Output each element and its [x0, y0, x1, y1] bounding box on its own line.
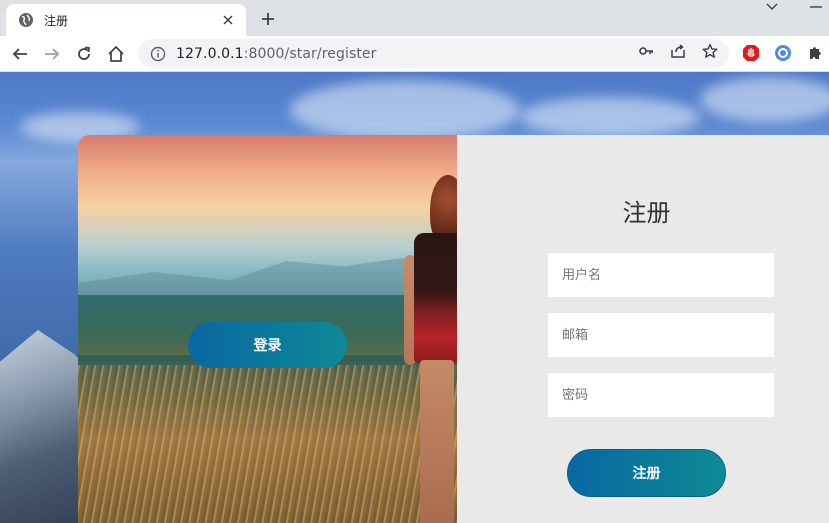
scenic-grass	[78, 365, 457, 523]
girl-figure-legs	[420, 360, 454, 523]
background-cloud	[290, 80, 520, 140]
password-key-icon[interactable]	[638, 43, 654, 59]
close-tab-icon[interactable]	[220, 12, 236, 28]
back-arrow-icon[interactable]	[8, 42, 32, 66]
share-icon[interactable]	[670, 43, 686, 59]
tab-strip: 注册	[0, 0, 829, 36]
url-text: 127.0.0.1:8000/star/register	[176, 46, 377, 62]
browser-toolbar: 127.0.0.1:8000/star/register	[0, 36, 829, 72]
register-title: 注册	[622, 199, 671, 227]
url-host: 127.0.0.1	[176, 45, 244, 62]
username-input[interactable]	[548, 253, 774, 297]
register-button[interactable]: 注册	[567, 449, 726, 497]
minimize-window-icon[interactable]	[806, 0, 826, 14]
new-tab-plus-icon[interactable]	[258, 9, 278, 29]
reload-icon[interactable]	[72, 42, 96, 66]
home-icon[interactable]	[104, 42, 128, 66]
site-info-icon[interactable]	[150, 46, 166, 62]
background-cloud	[700, 77, 829, 122]
url-path: :8000/star/register	[243, 45, 377, 62]
forward-arrow-icon[interactable]	[40, 42, 64, 66]
auth-card: 登录 注册 注册	[78, 135, 829, 523]
background-cloud	[520, 97, 700, 137]
adblock-extension-icon[interactable]	[742, 44, 760, 62]
extensions-puzzle-icon[interactable]	[806, 44, 824, 62]
extension-circle-icon[interactable]	[774, 44, 792, 62]
tab-search-chevron-icon[interactable]	[762, 0, 782, 14]
login-button[interactable]: 登录	[188, 322, 347, 368]
scenic-image-panel: 登录	[78, 135, 466, 523]
bookmark-star-icon[interactable]	[702, 43, 718, 59]
tab-title: 注册	[44, 13, 69, 28]
email-input[interactable]	[548, 313, 774, 357]
browser-tab[interactable]: 注册	[6, 4, 246, 36]
globe-icon	[18, 12, 34, 28]
page-background: 登录 注册 注册	[0, 72, 829, 523]
register-form-panel: 注册 注册	[457, 135, 829, 523]
password-input[interactable]	[548, 373, 774, 417]
